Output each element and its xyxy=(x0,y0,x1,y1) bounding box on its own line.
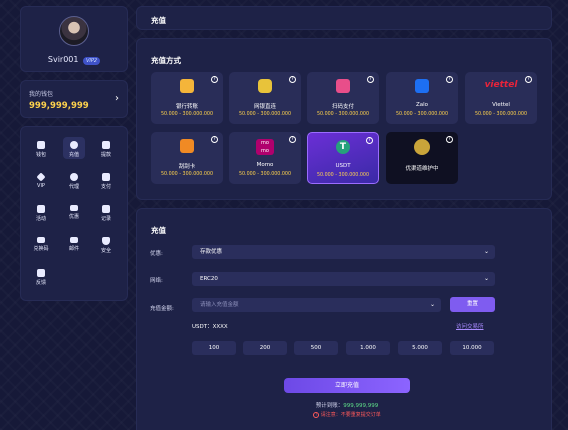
page-header: 充值 xyxy=(136,6,552,30)
help-icon[interactable]: ? xyxy=(446,136,453,143)
menu-item-events[interactable]: 活动 xyxy=(30,201,52,223)
feedback-icon xyxy=(37,269,45,277)
method-usdt[interactable]: ? T USDT 50.000 - 300.000.000 xyxy=(307,132,379,184)
payment-methods-panel: 充值方式 ? 银行转账 50.000 - 300.000.000 ? 网银直连 … xyxy=(136,38,552,200)
methods-title: 充值方式 xyxy=(151,56,181,65)
pay-icon xyxy=(102,173,110,181)
amount-input[interactable]: 请输入充值金额 ⌄ xyxy=(192,298,441,312)
method-maintenance[interactable]: ? 优渠道维护中 xyxy=(386,132,458,184)
method-bank-transfer[interactable]: ? 银行转账 50.000 - 300.000.000 xyxy=(151,72,223,124)
menu-item-wallet[interactable]: 钱包 xyxy=(30,137,52,159)
amount-option[interactable]: 10.000 xyxy=(450,341,494,355)
qr-code-icon xyxy=(336,79,350,93)
wallet-icon xyxy=(37,141,45,149)
diamond-icon xyxy=(36,172,46,182)
method-scratch-card[interactable]: ? 刮刮卡 50.000 - 300.000.000 xyxy=(151,132,223,184)
page-title: 充值 xyxy=(151,16,166,25)
viettel-logo-icon: viettel xyxy=(484,80,518,90)
sidebar-menu: 钱包 充值 提款 VIP 代理 支付 活动 优惠 记录 兑换码 邮件 安全 反馈 xyxy=(20,126,128,301)
network-select[interactable]: ERC20 ⌄ xyxy=(192,272,495,286)
deposit-icon xyxy=(70,141,78,149)
help-icon[interactable]: ? xyxy=(211,136,218,143)
ticket-icon xyxy=(70,205,78,211)
alert-icon: ! xyxy=(313,411,320,418)
scratch-card-icon xyxy=(180,139,194,153)
help-icon[interactable]: ? xyxy=(525,76,532,83)
deposit-form-panel: 充值 xyxy=(136,208,552,430)
event-icon xyxy=(37,205,45,213)
menu-item-mail[interactable]: 邮件 xyxy=(63,233,85,255)
coin-icon xyxy=(414,139,430,155)
help-icon[interactable]: ? xyxy=(289,136,296,143)
chevron-down-icon: ⌄ xyxy=(483,275,489,282)
warning-text: ! 请注意：不要重复提交订单 xyxy=(0,411,568,418)
amount-option[interactable]: 100 xyxy=(192,341,236,355)
menu-item-agent[interactable]: 代理 xyxy=(63,169,85,191)
menu-item-redeem[interactable]: 兑换码 xyxy=(30,233,52,255)
menu-item-deposit[interactable]: 充值 xyxy=(63,137,85,159)
reset-button[interactable]: 重置 xyxy=(450,297,495,312)
username-row: Svir001 VIP2 xyxy=(21,55,127,65)
amount-option[interactable]: 200 xyxy=(243,341,287,355)
record-icon xyxy=(102,205,110,213)
promo-label: 优惠: xyxy=(150,251,163,257)
zalo-icon xyxy=(415,79,429,93)
phone-bank-icon xyxy=(258,79,272,93)
mail-icon xyxy=(70,237,78,243)
wallet-card[interactable]: 我的钱包 999,999,999 › xyxy=(20,80,128,118)
vip-badge: VIP2 xyxy=(83,57,101,65)
code-icon xyxy=(37,237,45,243)
amount-option[interactable]: 500 xyxy=(294,341,338,355)
deposit-title: 充值 xyxy=(151,226,166,235)
method-online-banking[interactable]: ? 网银直连 50.000 - 300.000.000 xyxy=(229,72,301,124)
help-icon[interactable]: ? xyxy=(366,137,373,144)
shield-icon xyxy=(102,237,110,245)
username: Svir001 xyxy=(47,55,79,64)
menu-item-promo[interactable]: 优惠 xyxy=(63,201,85,223)
menu-item-feedback[interactable]: 反馈 xyxy=(30,265,52,287)
wallet-label: 我的钱包 xyxy=(29,91,54,98)
promo-select[interactable]: 存款优惠 ⌄ xyxy=(192,245,495,259)
amount-option[interactable]: 1.000 xyxy=(346,341,390,355)
network-label: 网络: xyxy=(150,278,163,284)
menu-item-records[interactable]: 记录 xyxy=(95,201,117,223)
agent-icon xyxy=(70,173,78,181)
avatar[interactable] xyxy=(59,16,89,46)
chevron-down-icon: ⌄ xyxy=(429,301,435,308)
menu-item-pay[interactable]: 支付 xyxy=(95,169,117,191)
wallet-amount: 999,999,999 xyxy=(29,101,89,111)
help-icon[interactable]: ? xyxy=(211,76,218,83)
chevron-down-icon: ⌄ xyxy=(483,248,489,255)
exchange-link[interactable]: 访问交易所 xyxy=(456,322,484,330)
method-qr-pay[interactable]: ? 扫码支付 50.000 - 300.000.000 xyxy=(307,72,379,124)
menu-item-security[interactable]: 安全 xyxy=(95,233,117,255)
profile-card: Svir001 VIP2 xyxy=(20,6,128,72)
usdt-rate: USDT：XXXX xyxy=(192,324,228,330)
chevron-right-icon[interactable]: › xyxy=(115,93,119,104)
amount-label: 充值金额: xyxy=(150,306,174,312)
method-viettel[interactable]: ? viettel Viettel 50.000 - 300.000.000 xyxy=(465,72,537,124)
help-icon[interactable]: ? xyxy=(446,76,453,83)
help-icon[interactable]: ? xyxy=(367,76,374,83)
tether-icon: T xyxy=(336,140,350,154)
method-zalo[interactable]: ? Zalo 50.000 - 300.000.000 xyxy=(386,72,458,124)
bank-card-icon xyxy=(180,79,194,93)
menu-item-vip[interactable]: VIP xyxy=(30,169,52,191)
submit-deposit-button[interactable]: 立即充值 xyxy=(284,378,410,393)
momo-logo-icon: mo mo xyxy=(256,139,274,155)
menu-item-withdraw[interactable]: 提款 xyxy=(95,137,117,159)
amount-option[interactable]: 5.000 xyxy=(398,341,442,355)
withdraw-icon xyxy=(102,141,110,149)
expected-amount: 预计到账：999,999,999 xyxy=(315,403,379,409)
method-momo[interactable]: ? mo mo Momo 50.000 - 300.000.000 xyxy=(229,132,301,184)
help-icon[interactable]: ? xyxy=(289,76,296,83)
